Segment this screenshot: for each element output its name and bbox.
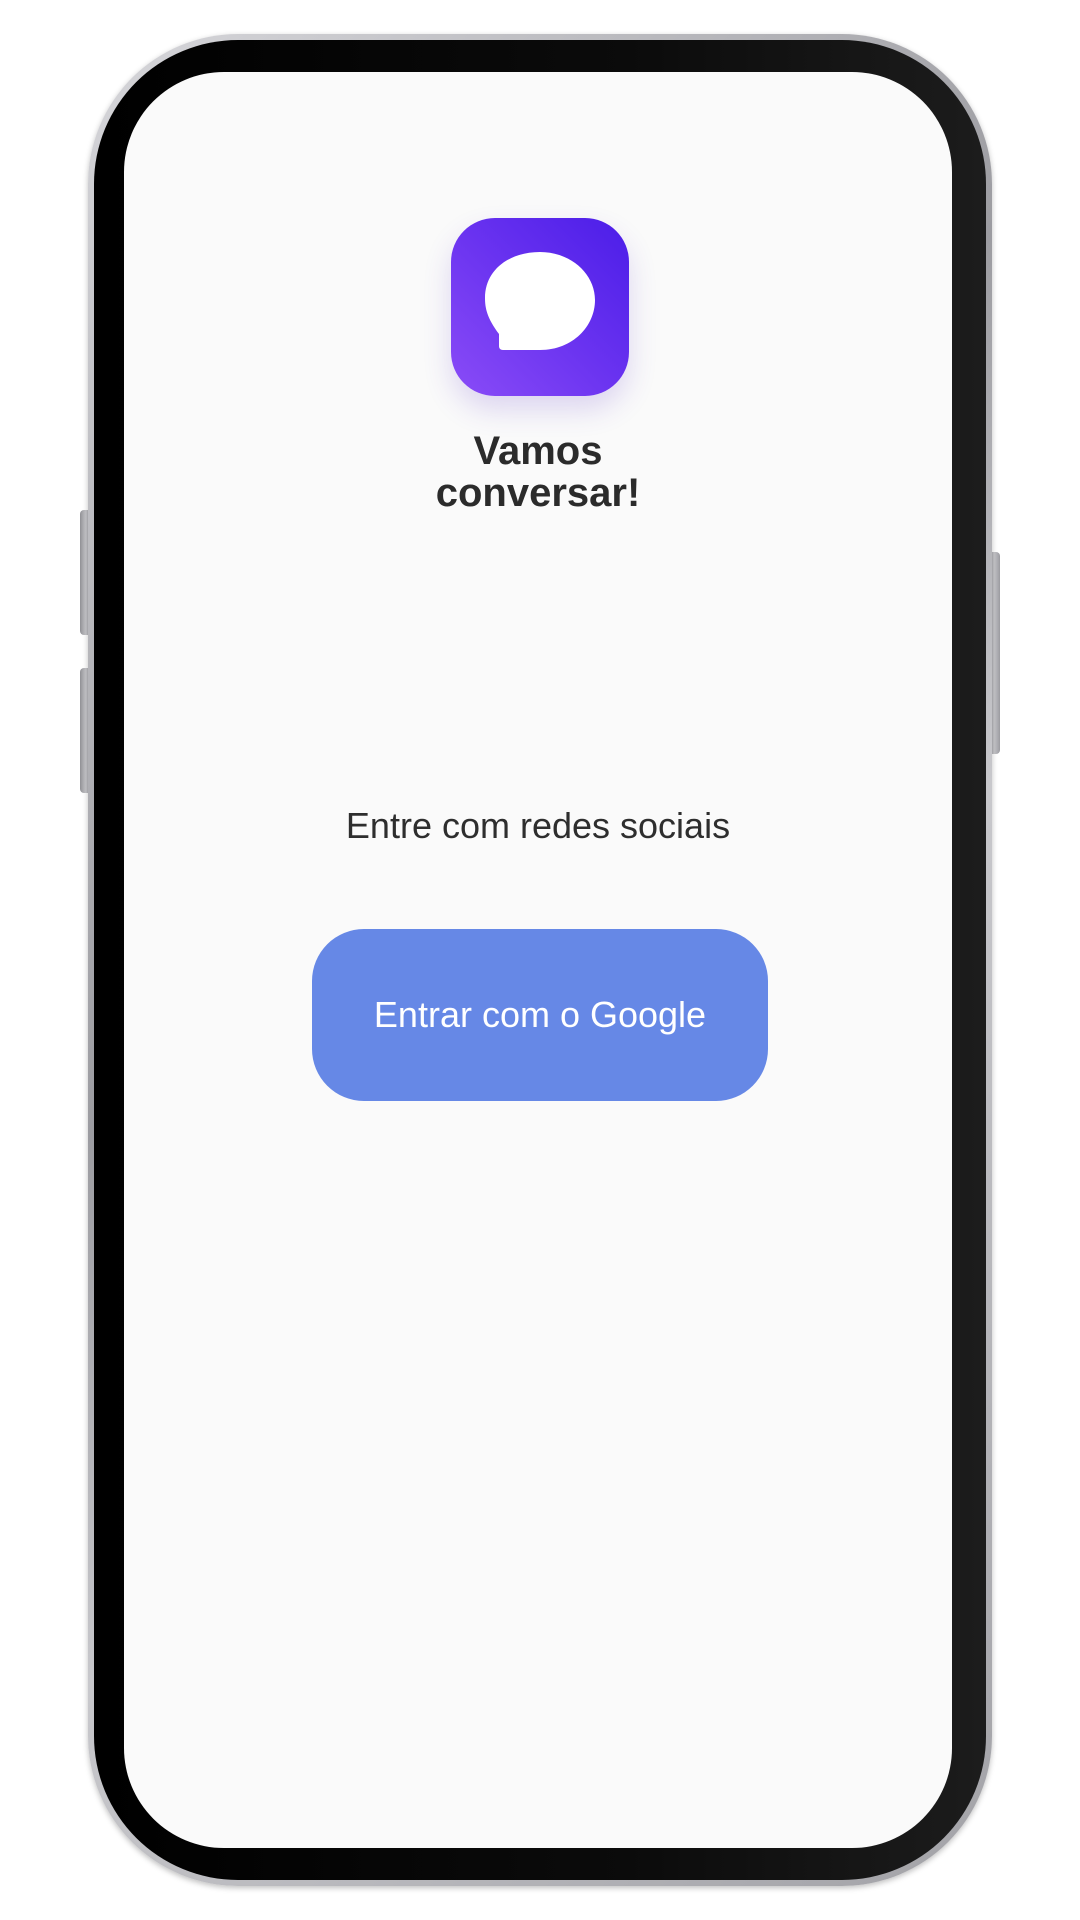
title-line-1: Vamos xyxy=(473,429,603,473)
page-title: Vamos conversar! xyxy=(124,430,952,514)
google-sign-in-button[interactable]: Entrar com o Google xyxy=(312,929,768,1101)
social-login-label: Entre com redes sociais xyxy=(345,805,731,846)
google-sign-in-label: Entrar com o Google xyxy=(373,994,707,1035)
login-screen: Vamos conversar! Entre com redes sociais… xyxy=(124,72,952,1848)
device-mockup: Vamos conversar! Entre com redes sociais… xyxy=(0,0,1080,1920)
app-logo xyxy=(451,218,629,396)
chat-bubble-icon xyxy=(485,252,595,350)
title-line-2: conversar! xyxy=(435,471,641,515)
